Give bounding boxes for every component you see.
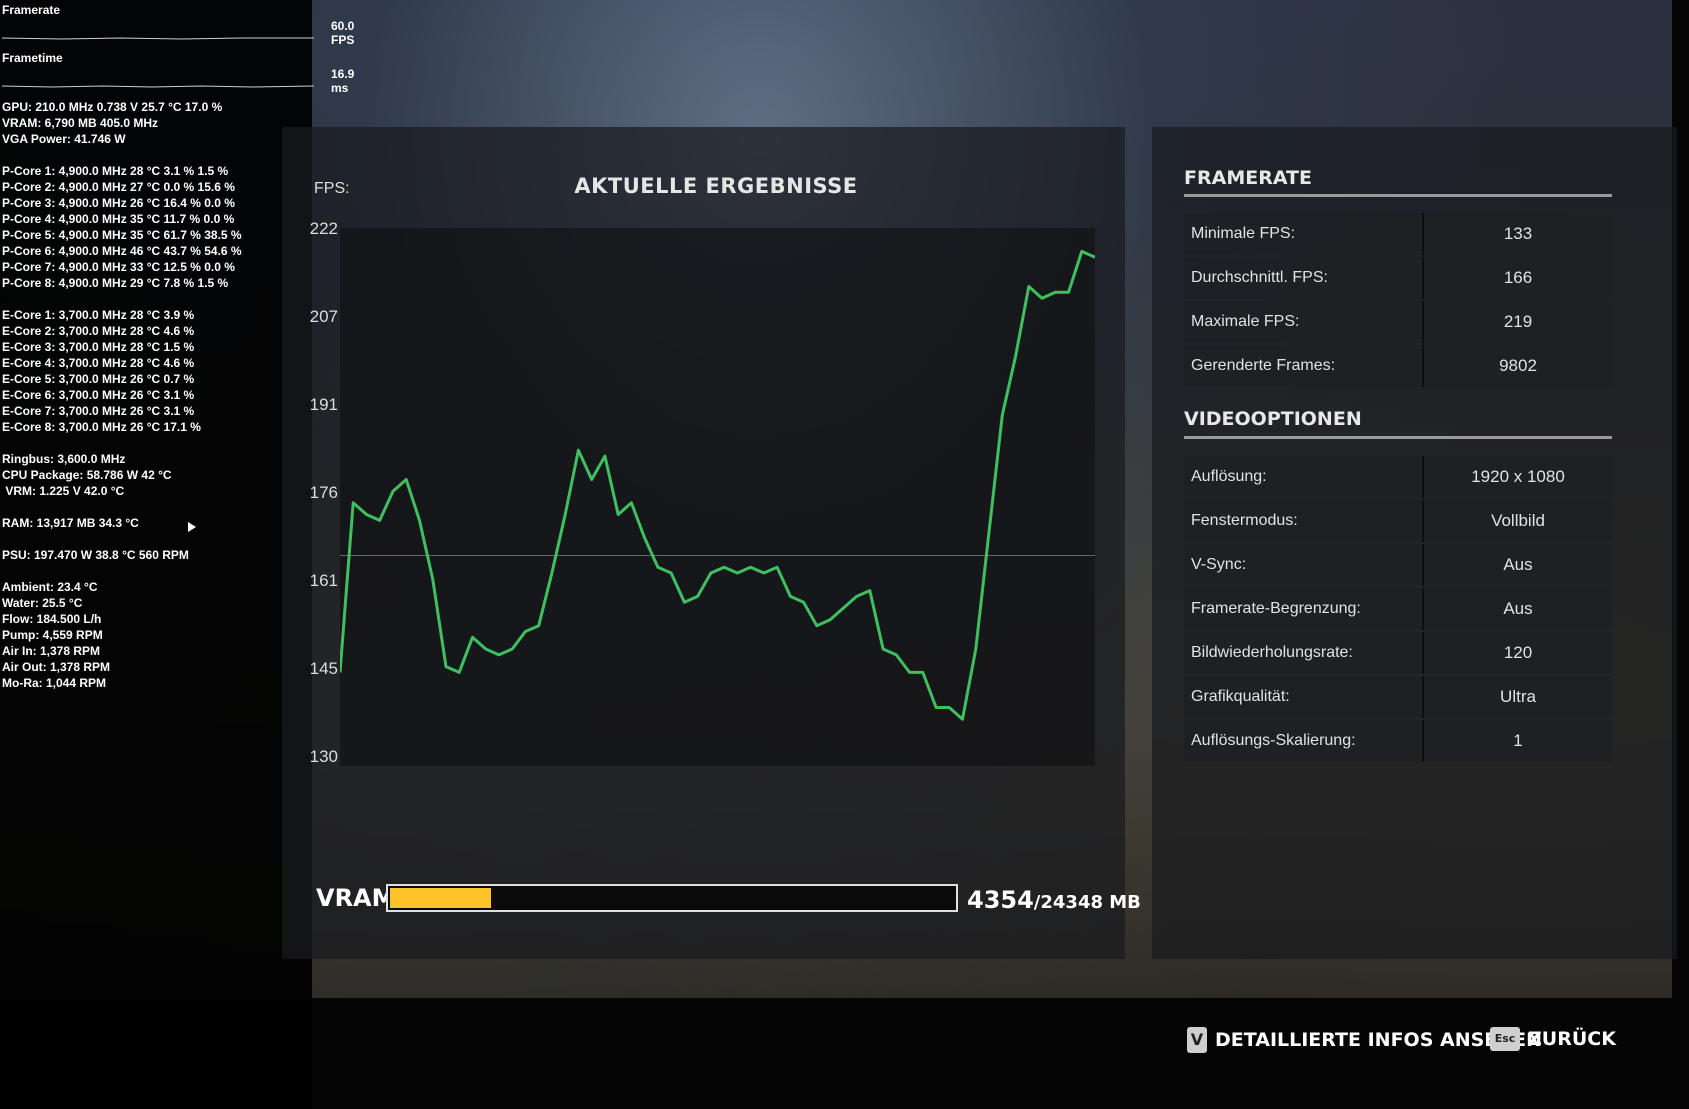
video-option-row: Bildwiederholungsrate: 120 [1184,632,1612,674]
framerate-row: Durchschnittl. FPS: 166 [1184,257,1612,299]
row-label: Auflösungs-Skalierung: [1191,732,1356,749]
osd-stat-line: Ringbus: 3,600.0 MHz [2,452,126,466]
osd-stat-line: Water: 25.5 °C [2,596,83,610]
osd-stat-line: VRAM: 6,790 MB 405.0 MHz [2,116,159,130]
osd-stat-line: CPU Package: 58.786 W 42 °C [2,468,172,482]
back-button[interactable]: Esc ZURÜCK [1490,1027,1616,1057]
vram-bar-fill [390,888,491,908]
section-divider [1184,194,1612,197]
osd-stat-line: E-Core 1: 3,700.0 MHz 28 °C 3.9 % [2,308,195,322]
osd-overlay: Framerate 60.0 FPS Frametime 16.9 ms GPU… [0,0,354,1109]
osd-stat-line: Pump: 4,559 RPM [2,628,103,642]
y-tick: 161 [309,571,338,590]
row-value: Aus [1503,555,1533,574]
section-divider [1184,436,1612,439]
osd-stat-line: E-Core 2: 3,700.0 MHz 28 °C 4.6 % [2,324,195,338]
osd-stat-line: E-Core 3: 3,700.0 MHz 28 °C 1.5 % [2,340,195,354]
osd-frametime-graph [2,85,314,88]
osd-stat-line: P-Core 4: 4,900.0 MHz 35 °C 11.7 % 0.0 % [2,212,235,226]
osd-framerate-graph [2,37,314,40]
osd-stat-line: P-Core 8: 4,900.0 MHz 29 °C 7.8 % 1.5 % [2,276,229,290]
osd-stat-line: P-Core 1: 4,900.0 MHz 28 °C 3.1 % 1.5 % [2,164,229,178]
osd-stat-line: E-Core 4: 3,700.0 MHz 28 °C 4.6 % [2,356,195,370]
vram-bar [386,884,958,912]
y-tick: 222 [309,219,338,238]
v-key-icon: V [1187,1027,1207,1053]
framerate-row: Minimale FPS: 133 [1184,213,1612,255]
back-label: ZURÜCK [1528,1028,1616,1050]
osd-stat-line: RAM: 13,917 MB 34.3 °C [2,516,139,530]
video-section-title: VIDEOOPTIONEN [1184,408,1362,430]
osd-stat-line: VRM: 1.225 V 42.0 °C [2,484,125,498]
row-value: Vollbild [1491,511,1545,530]
chart-title: AKTUELLE ERGEBNISSE [574,174,858,198]
video-option-row: Grafikqualität: Ultra [1184,676,1612,718]
mouse-cursor-icon [188,522,196,532]
row-label: Durchschnittl. FPS: [1191,269,1328,286]
y-tick: 176 [309,483,338,502]
osd-stat-line: PSU: 197.470 W 38.8 °C 560 RPM [2,548,189,562]
osd-framerate-value: 60.0 FPS [331,19,355,47]
row-value: Ultra [1500,687,1536,706]
osd-stat-line: Ambient: 23.4 °C [2,580,98,594]
row-value: 133 [1503,224,1533,243]
osd-stat-line: P-Core 6: 4,900.0 MHz 46 °C 43.7 % 54.6 … [2,244,242,258]
vram-used: 4354 [967,886,1034,914]
row-label: Fenstermodus: [1191,512,1298,529]
row-label: Framerate-Begrenzung: [1191,600,1361,617]
row-value: 1 [1513,731,1523,750]
osd-frametime-label: Frametime [2,51,63,65]
vram-label: VRAM [316,884,396,912]
osd-stat-line: E-Core 5: 3,700.0 MHz 26 °C 0.7 % [2,372,195,386]
row-value: 120 [1503,643,1533,662]
y-tick: 130 [309,747,338,766]
video-option-row: Fenstermodus: Vollbild [1184,500,1612,542]
y-axis-label: FPS: [314,180,350,197]
row-label: Auflösung: [1191,468,1267,485]
y-tick: 207 [309,307,338,326]
video-option-row: Auflösung: 1920 x 1080 [1184,456,1612,498]
video-option-row: V-Sync: Aus [1184,544,1612,586]
framerate-section-title: FRAMERATE [1184,167,1312,189]
osd-stat-line: E-Core 8: 3,700.0 MHz 26 °C 17.1 % [2,420,201,434]
vram-total: /24348 MB [1033,892,1141,913]
osd-stat-line: P-Core 5: 4,900.0 MHz 35 °C 61.7 % 38.5 … [2,228,242,242]
row-label: Maximale FPS: [1191,313,1300,330]
fps-line-chart [340,228,1095,766]
osd-stat-line: E-Core 7: 3,700.0 MHz 26 °C 3.1 % [2,404,195,418]
y-tick: 191 [309,395,338,414]
osd-frametime-value: 16.9 ms [331,67,355,95]
osd-stat-line: E-Core 6: 3,700.0 MHz 26 °C 3.1 % [2,388,195,402]
vram-readout: 4354/24348 MB [967,886,1141,914]
plot-area [340,228,1095,766]
esc-key-icon: Esc [1490,1027,1520,1051]
osd-stat-line: P-Core 3: 4,900.0 MHz 26 °C 16.4 % 0.0 % [2,196,235,210]
row-label: Bildwiederholungsrate: [1191,644,1353,661]
osd-stat-line: Mo-Ra: 1,044 RPM [2,676,107,690]
row-label: Minimale FPS: [1191,225,1296,242]
row-value: 166 [1503,268,1533,287]
row-label: Grafikqualität: [1191,688,1290,705]
osd-stat-line: Flow: 184.500 L/h [2,612,102,626]
video-option-row: Framerate-Begrenzung: Aus [1184,588,1612,630]
osd-framerate-label: Framerate [2,3,61,17]
view-details-button[interactable]: V DETAILLIERTE INFOS ANSEHEN [1187,1027,1542,1057]
framerate-row: Gerenderte Frames: 9802 [1184,345,1612,387]
osd-stat-line: Air Out: 1,378 RPM [2,660,111,674]
osd-stat-line: P-Core 7: 4,900.0 MHz 33 °C 12.5 % 0.0 % [2,260,235,274]
osd-stat-line: P-Core 2: 4,900.0 MHz 27 °C 0.0 % 15.6 % [2,180,235,194]
row-label: Gerenderte Frames: [1191,357,1336,374]
row-value: 9802 [1499,356,1537,375]
row-value: 1920 x 1080 [1471,467,1565,486]
osd-stat-line: GPU: 210.0 MHz 0.738 V 25.7 °C 17.0 % [2,100,223,114]
framerate-row: Maximale FPS: 219 [1184,301,1612,343]
row-value: 219 [1503,312,1533,331]
row-label: V-Sync: [1191,556,1247,573]
osd-stat-line: VGA Power: 41.746 W [2,132,126,146]
video-option-row: Auflösungs-Skalierung: 1 [1184,720,1612,762]
osd-stat-line: Air In: 1,378 RPM [2,644,101,658]
row-value: Aus [1503,599,1533,618]
y-tick: 145 [309,659,338,678]
